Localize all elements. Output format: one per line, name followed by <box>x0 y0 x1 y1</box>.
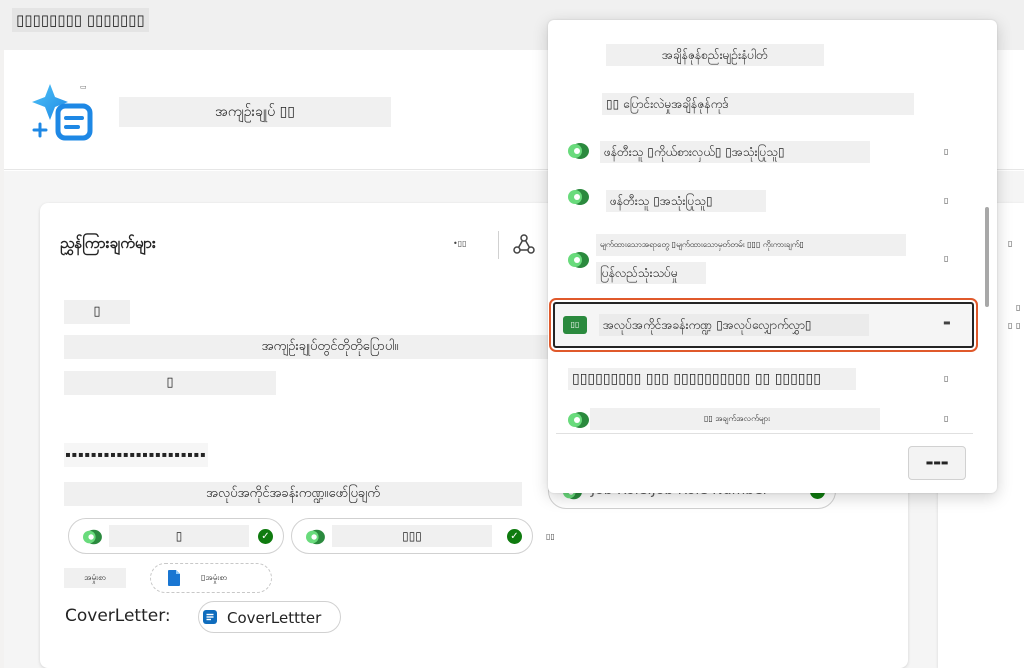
dropdown-item-label: ▯▯▯▯▯▯▯▯▯ ▯▯▯ ▯▯▯▯▯▯▯▯▯▯ ▯▯ ▯▯▯▯▯▯ <box>568 368 856 390</box>
coverletter-label: CoverLetter: <box>65 606 171 626</box>
dataverse-icon <box>83 529 102 545</box>
dropdown-item-label: ▯▯ အချက်အလက်များ <box>590 408 880 430</box>
doc-pill[interactable]: ▯အမှုံးစာ <box>150 563 272 593</box>
doc-label: အမှုံးစာ <box>64 568 126 588</box>
card-title: ညွှန်ကြားချက်များ <box>60 234 156 252</box>
pill-tag: ▯▯ <box>546 532 555 541</box>
dropdown-item-tag: ▯ <box>944 414 949 423</box>
dropdown-heading-timezone-code: ▯▯ ပြောင်းလဲမှုအချိန်ဇုန်ကုဒ် <box>602 93 914 115</box>
variable-pill-2[interactable]: ▯▯▯ ✓ <box>291 518 533 554</box>
right-panel-tag-4: ▯ <box>1016 321 1021 330</box>
card-divider <box>498 231 499 259</box>
copilot-sparkle-doc-icon <box>32 84 93 141</box>
instruction-block: ▯ <box>64 371 276 395</box>
right-panel-tag-3: ▯ <box>1008 321 1013 330</box>
variable-dropdown[interactable]: အချိန်ဇုန်စည်းမျဉ်းနံပါတ် ▯▯ ပြောင်းလဲမှ… <box>548 20 997 493</box>
document-lines-icon <box>203 610 217 624</box>
dataverse-icon <box>568 189 589 205</box>
dropdown-item-jobrole-application[interactable]: ▯▯ အလုပ်အကိုင်အခန်းကဏ္ဍ ▯အလုပ်လျှောက်လွှ… <box>549 298 978 352</box>
dropdown-item-label: မျက်ထားသောအရာတွေ ▯မျက်ထားသောမှတ်တမ်း ▯▯▯… <box>596 234 906 256</box>
connections-icon[interactable] <box>512 233 536 257</box>
check-icon: ✓ <box>258 529 273 544</box>
dataverse-icon <box>568 143 589 159</box>
dropdown-item-tag: ▬ <box>943 318 951 327</box>
dataverse-icon <box>306 529 325 545</box>
variable-pill-1-text: ▯ <box>109 525 249 547</box>
document-icon <box>168 570 180 586</box>
agent-name[interactable]: အကျဉ်းချုပ် ▯▯ <box>119 97 391 127</box>
dropdown-item-tag: ▯ <box>944 374 949 383</box>
dropdown-item-label: ဖန်တီးသူ ▯အသုံးပြုသူ▯ <box>606 190 766 212</box>
coverletter-pill-text: CoverLettter <box>227 609 322 627</box>
dropdown-item-details[interactable]: ▯▯ အချက်အလက်များ ▯ <box>554 406 974 432</box>
dropdown-item-label: ဖန်တီးသူ ▯ကိုယ်စားလှယ်▯ ▯အသုံးပြုသူ▯ <box>600 141 870 163</box>
table-icon: ▯▯ <box>563 316 587 334</box>
card-tag[interactable]: •▯▯ <box>453 239 467 248</box>
coverletter-pill[interactable]: CoverLettter <box>198 601 341 633</box>
dropdown-item-tag: ▯ <box>944 147 949 156</box>
jobrole-description-line[interactable]: အလုပ်အကိုင်အခန်းကဏ္ဍ။ဖော်ပြချက် <box>64 482 522 506</box>
dataverse-icon <box>568 252 589 268</box>
dropdown-action-button[interactable]: ▬▬▬ <box>908 446 966 480</box>
right-panel-tag-1: ▯ <box>1008 239 1013 248</box>
dropdown-heading-timezone-rule: အချိန်ဇုန်စည်းမျဉ်းနံပါတ် <box>606 44 824 66</box>
right-panel-tag-2: ▯ <box>1016 303 1021 312</box>
dropdown-item-label-line2: ပြန်လည်သုံးသပ်မှု <box>596 262 706 284</box>
instruction-line[interactable]: အကျဉ်းချုပ်တွင်တိုတိုပြောပါ။ <box>64 335 596 359</box>
dropdown-item-label: အလုပ်အကိုင်အခန်းကဏ္ဍ ▯အလုပ်လျှောက်လွှာ▯ <box>599 314 869 336</box>
dropdown-item-tag: ▯ <box>944 196 949 205</box>
dropdown-item-creator-delegate[interactable]: ဖန်တီးသူ ▯ကိုယ်စားလှယ်▯ ▯အသုံးပြုသူ▯ ▯ <box>554 138 974 168</box>
variable-pill-2-text: ▯▯▯ <box>332 525 492 547</box>
dotted-line: ▪▪▪▪▪▪▪▪▪▪▪▪▪▪▪▪▪▪▪▪▪▪ <box>64 443 208 467</box>
doc-pill-text: ▯အမှုံးစာ <box>201 573 228 582</box>
app-title: ▯▯▯▯▯▯▯▯ ▯▯▯▯▯▯▯ <box>12 8 149 32</box>
dropdown-scrollbar[interactable] <box>985 207 989 307</box>
instruction-empty-block: ▯ <box>64 300 130 324</box>
check-icon: ✓ <box>507 529 522 544</box>
dataverse-icon <box>568 412 589 428</box>
agent-icon-tag: ▭ <box>80 83 87 91</box>
dropdown-divider <box>556 433 973 434</box>
variable-pill-1[interactable]: ▯ ✓ <box>68 518 284 554</box>
dropdown-item-review[interactable]: မျက်ထားသောအရာတွေ ▯မျက်ထားသောမှတ်တမ်း ▯▯▯… <box>554 232 974 288</box>
dropdown-item-tag: ▯ <box>944 254 949 263</box>
dropdown-item-creator-user[interactable]: ဖန်တီးသူ ▯အသုံးပြုသူ▯ ▯ <box>554 184 974 214</box>
dropdown-item-placeholder[interactable]: ▯▯▯▯▯▯▯▯▯ ▯▯▯ ▯▯▯▯▯▯▯▯▯▯ ▯▯ ▯▯▯▯▯▯ ▯ <box>554 364 974 394</box>
